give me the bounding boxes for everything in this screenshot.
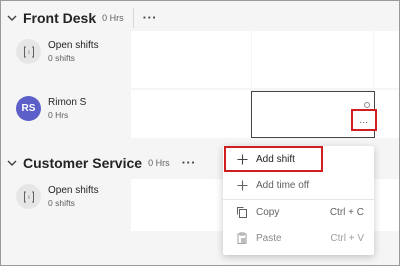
group-more-button[interactable]: ··· [182, 156, 197, 169]
grid-cell[interactable] [374, 179, 399, 231]
paste-icon [235, 231, 249, 245]
grid-cell[interactable] [374, 31, 399, 88]
group-hours: 0 Hrs [148, 158, 170, 168]
group-more-button[interactable]: ··· [143, 11, 158, 24]
group-header-front-desk: Front Desk 0 Hrs ··· [7, 7, 157, 29]
schedule-view: Front Desk 0 Hrs ··· ı Open shifts 0 shi… [0, 0, 400, 266]
row-sub: 0 shifts [48, 197, 75, 208]
row-sub: 0 Hrs [48, 109, 69, 120]
svg-text:ı: ı [28, 195, 30, 201]
row-open-shifts[interactable]: ı Open shifts 0 shifts [16, 39, 99, 64]
grid-cell[interactable] [131, 90, 251, 138]
divider [132, 8, 134, 28]
menu-item-add-time-off[interactable]: Add time off [223, 173, 374, 197]
highlight-box [224, 146, 323, 172]
row-name: Open shifts [48, 184, 99, 196]
group-header-customer-service: Customer Service 0 Hrs ··· [7, 152, 196, 174]
group-title: Front Desk [23, 10, 97, 26]
avatar: RS [16, 96, 41, 121]
menu-item-label: Copy [256, 206, 280, 218]
menu-item-shortcut: Ctrl + V [330, 232, 364, 244]
open-shifts-icon: ı [16, 184, 41, 209]
chevron-down-icon[interactable] [7, 13, 17, 23]
menu-item-label: Add time off [256, 179, 310, 191]
menu-item-label: Paste [256, 232, 282, 244]
grid-cell[interactable] [374, 90, 399, 138]
status-indicator [364, 102, 370, 108]
menu-item-paste[interactable]: Paste Ctrl + V [223, 226, 374, 250]
row-rimon-s[interactable]: RS Rimon S 0 Hrs [16, 96, 86, 121]
open-shifts-icon: ı [16, 39, 41, 64]
group-title: Customer Service [23, 155, 143, 171]
row-open-shifts[interactable]: ı Open shifts 0 shifts [16, 184, 99, 209]
copy-icon [235, 205, 249, 219]
row-name: Open shifts [48, 39, 99, 51]
grid-cell[interactable] [131, 31, 251, 88]
menu-item-copy[interactable]: Copy Ctrl + C [223, 200, 374, 224]
menu-item-shortcut: Ctrl + C [329, 206, 364, 218]
row-sub: 0 shifts [48, 52, 75, 63]
plus-icon [235, 178, 249, 192]
cell-more-button[interactable]: ... [351, 109, 377, 131]
group-hours: 0 Hrs [102, 13, 124, 23]
chevron-down-icon[interactable] [7, 158, 17, 168]
row-name: Rimon S [48, 96, 87, 108]
grid-cell[interactable] [252, 31, 373, 88]
more-icon: ... [359, 115, 369, 125]
